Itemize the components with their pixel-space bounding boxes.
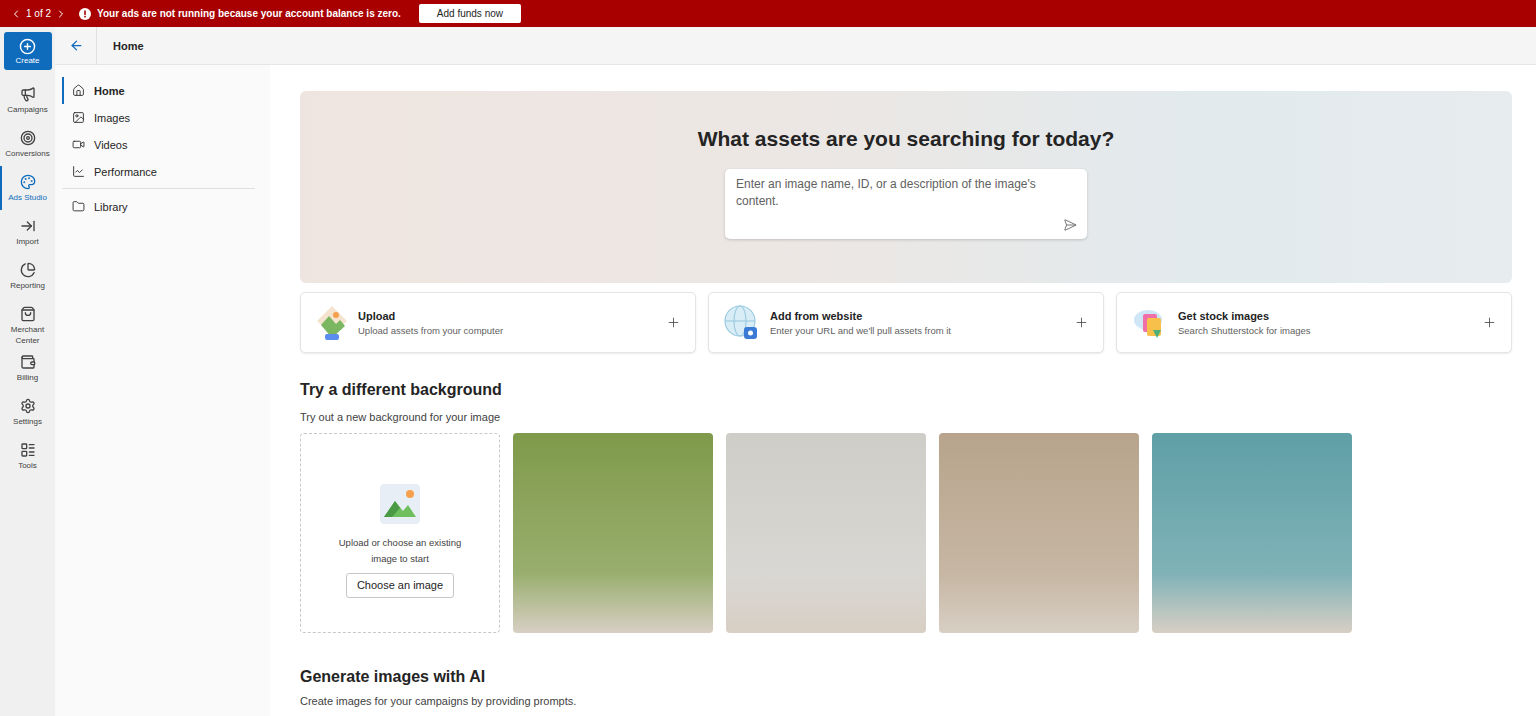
hero-title: What assets are you searching for today? bbox=[698, 125, 1115, 153]
rail-item-icon bbox=[20, 354, 36, 370]
upload-hint: Upload or choose an existing image to st… bbox=[335, 535, 465, 567]
picture-icon bbox=[379, 483, 421, 525]
page-title: Home bbox=[113, 40, 144, 52]
banner-message: Your ads are not running because your ac… bbox=[97, 8, 401, 19]
section-title: Generate images with AI bbox=[300, 668, 1512, 686]
rail-item-label: Billing bbox=[17, 372, 38, 383]
rail-item[interactable]: Settings bbox=[0, 390, 55, 434]
studio-nav-item[interactable]: Home bbox=[62, 77, 255, 104]
studio-nav-icon bbox=[72, 111, 85, 124]
rail-item-label: Campaigns bbox=[7, 104, 47, 115]
rail-item-label: Tools bbox=[18, 460, 37, 471]
folder-icon bbox=[72, 200, 85, 213]
search-hero: What assets are you searching for today? bbox=[300, 91, 1512, 283]
plus-icon bbox=[666, 315, 681, 330]
action-card[interactable]: Upload Upload assets from your computer bbox=[300, 292, 696, 353]
plus-icon bbox=[1074, 315, 1089, 330]
section-title: Try a different background bbox=[300, 381, 1512, 399]
main-content: What assets are you searching for today?… bbox=[270, 65, 1536, 716]
action-title: Upload bbox=[358, 310, 657, 322]
plus-icon bbox=[1482, 315, 1497, 330]
pager-count: 1 of 2 bbox=[26, 8, 51, 19]
rail-item-icon bbox=[20, 306, 36, 322]
rail-item-icon bbox=[20, 218, 36, 234]
action-subtitle: Search Shutterstock for images bbox=[1178, 325, 1473, 336]
nav-rail: Create Campaigns Conversions Ads Studio Impo… bbox=[0, 27, 55, 716]
background-samples: Upload or choose an existing image to st… bbox=[300, 433, 1512, 633]
upload-icon bbox=[315, 304, 349, 342]
rail-item[interactable]: Ads Studio bbox=[0, 166, 55, 210]
studio-nav-icon bbox=[72, 138, 85, 151]
rail-item-icon bbox=[20, 86, 36, 102]
rail-item[interactable]: Billing bbox=[0, 346, 55, 390]
upload-card[interactable]: Upload or choose an existing image to st… bbox=[300, 433, 500, 633]
banner-pager: 1 of 2 bbox=[10, 8, 67, 20]
studio-nav-item[interactable]: Videos bbox=[62, 131, 255, 158]
create-button[interactable]: Create bbox=[4, 32, 52, 70]
rail-item-icon bbox=[20, 442, 36, 458]
action-subtitle: Upload assets from your computer bbox=[358, 325, 657, 336]
rail-item[interactable]: Reporting bbox=[0, 254, 55, 298]
send-icon bbox=[1063, 218, 1077, 232]
chevron-left-icon[interactable] bbox=[10, 8, 22, 20]
rail-item-icon bbox=[20, 398, 36, 414]
rail-item[interactable]: Tools bbox=[0, 434, 55, 478]
asset-search bbox=[725, 169, 1087, 239]
rail-item-label: Import bbox=[16, 236, 39, 247]
globe-icon bbox=[723, 304, 761, 342]
action-title: Get stock images bbox=[1178, 310, 1473, 322]
add-funds-button[interactable]: Add funds now bbox=[419, 4, 521, 23]
studio-nav: HomeImagesVideosPerformance Library bbox=[55, 65, 270, 716]
studio-nav-icon bbox=[72, 165, 85, 178]
action-title: Add from website bbox=[770, 310, 1065, 322]
background-sample[interactable] bbox=[939, 433, 1139, 633]
rail-item-icon bbox=[20, 262, 36, 278]
rail-item-icon bbox=[20, 174, 36, 190]
rail-item[interactable]: Campaigns bbox=[0, 78, 55, 122]
background-sample[interactable] bbox=[513, 433, 713, 633]
action-card[interactable]: Add from website Enter your URL and we'll… bbox=[708, 292, 1104, 353]
nav-divider bbox=[62, 188, 255, 189]
section-subtitle: Create images for your campaigns by prov… bbox=[300, 695, 1512, 707]
action-subtitle: Enter your URL and we'll pull assets fro… bbox=[770, 325, 1065, 336]
ads-studio-page: 1 of 2 Your ads are not running because y… bbox=[0, 0, 1536, 716]
rail-item[interactable]: Conversions bbox=[0, 122, 55, 166]
search-send-button[interactable] bbox=[1063, 218, 1077, 232]
rail-item-label: Merchant Center bbox=[3, 324, 53, 346]
workspace: HomeHomeImagesVideosPerformanceLibraryWh… bbox=[55, 27, 1536, 716]
studio-nav-item[interactable]: Images bbox=[62, 104, 255, 131]
plus-circle-icon bbox=[19, 38, 36, 55]
app-body: Create Campaigns Conversions Ads Studio Impo… bbox=[0, 27, 1536, 716]
rail-item-label: Settings bbox=[13, 416, 42, 427]
chevron-right-icon[interactable] bbox=[55, 8, 67, 20]
rail-item[interactable]: Import bbox=[0, 210, 55, 254]
rail-item-label: Reporting bbox=[10, 280, 45, 291]
section-subtitle: Try out a new background for your image bbox=[300, 411, 1512, 423]
arrow-left-icon bbox=[69, 38, 84, 53]
page-header: Home bbox=[55, 27, 1536, 65]
stock-images-icon bbox=[1131, 304, 1169, 342]
rail-item-icon bbox=[20, 130, 36, 146]
content-area: HomeImagesVideosPerformance Library What a… bbox=[55, 65, 1536, 716]
rail-item-label: Ads Studio bbox=[8, 192, 47, 203]
choose-image-button[interactable]: Choose an image bbox=[346, 573, 454, 598]
back-button[interactable] bbox=[67, 36, 86, 55]
asset-search-input[interactable] bbox=[725, 169, 1087, 239]
background-sample[interactable] bbox=[726, 433, 926, 633]
alert-icon bbox=[79, 8, 91, 20]
studio-nav-item[interactable]: Performance bbox=[62, 158, 255, 185]
action-cards: Upload Upload assets from your computer Ad… bbox=[300, 292, 1512, 353]
background-sample[interactable] bbox=[1152, 433, 1352, 633]
alert-banner: 1 of 2 Your ads are not running because y… bbox=[0, 0, 1536, 27]
rail-item-label: Conversions bbox=[5, 148, 49, 159]
action-card[interactable]: Get stock images Search Shutterstock for … bbox=[1116, 292, 1512, 353]
header-divider bbox=[96, 27, 97, 65]
library-nav-item[interactable]: Library bbox=[62, 193, 255, 220]
rail-item[interactable]: Merchant Center bbox=[0, 298, 55, 346]
studio-nav-icon bbox=[72, 84, 85, 97]
